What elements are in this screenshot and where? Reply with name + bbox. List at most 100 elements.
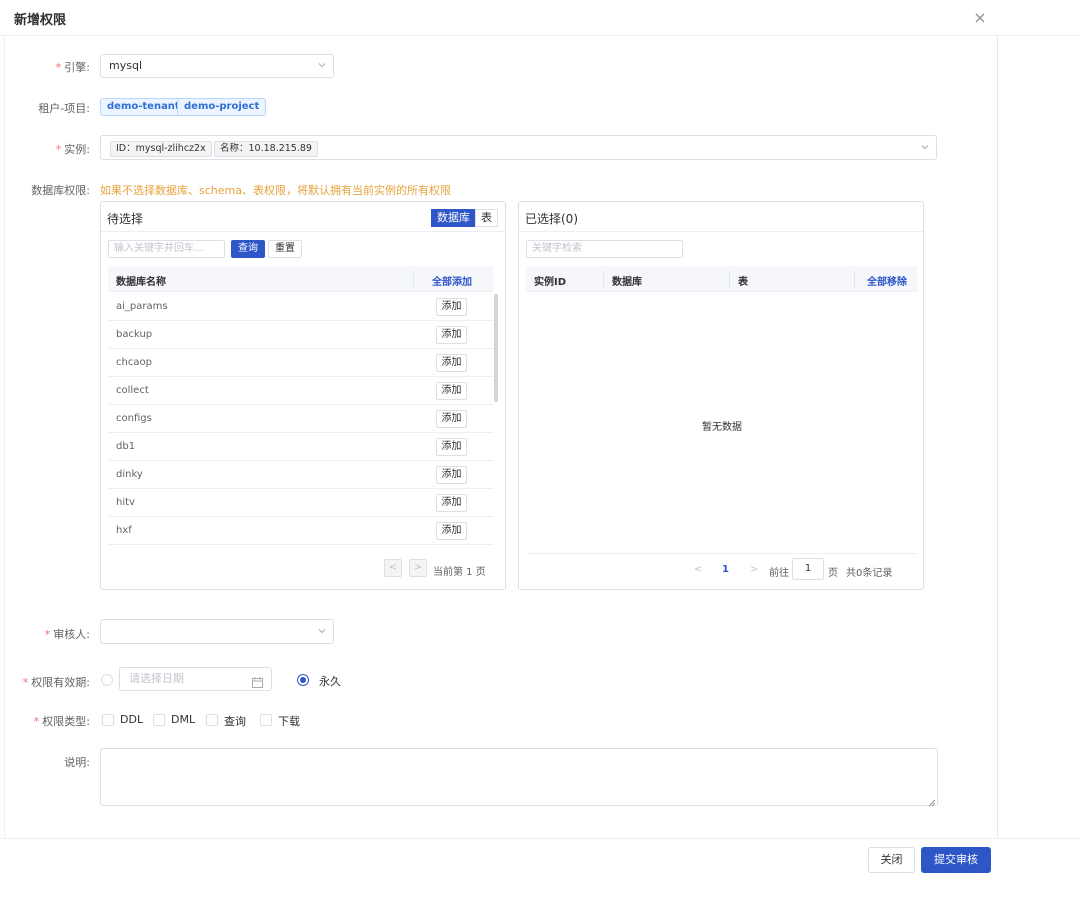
pending-scrollbar[interactable] <box>494 294 498 402</box>
validity-label: * 权限有效期: <box>22 676 90 689</box>
column-db-name: 数据库名称 <box>116 277 166 288</box>
db-name: db1 <box>116 441 136 452</box>
selected-panel-header: 已选择(0) <box>519 202 923 232</box>
chevron-down-icon <box>318 61 326 69</box>
add-button[interactable]: 添加 <box>436 354 467 372</box>
calendar-icon <box>252 674 263 688</box>
instance-name-tag: 名称：10.18.215.89 <box>214 141 318 157</box>
db-name: hxf <box>116 525 132 536</box>
goto-label: 前往 <box>769 568 789 579</box>
checkbox-ddl[interactable] <box>102 714 114 726</box>
table-row: backup 添加 <box>108 321 493 349</box>
perm-type-label: * 权限类型: <box>33 715 90 728</box>
add-button[interactable]: 添加 <box>436 438 467 456</box>
table-row: chcaop 添加 <box>108 349 493 377</box>
tab-database[interactable]: 数据库 <box>431 209 476 227</box>
reviewer-select[interactable] <box>100 619 334 644</box>
radio-forever[interactable] <box>297 674 309 686</box>
date-placeholder: 请选择日期 <box>129 672 184 685</box>
db-name: chcaop <box>116 357 152 368</box>
forever-label: 永久 <box>319 675 341 688</box>
instance-id-tag: ID：mysql-zlihcz2x <box>110 141 212 157</box>
instance-label: * 实例: <box>55 143 90 156</box>
checkbox-download[interactable] <box>260 714 272 726</box>
db-name: hitv <box>116 497 135 508</box>
pager-next-button[interactable]: > <box>409 559 427 577</box>
tenant-tag: demo-tenant <box>100 98 187 116</box>
ddl-label: DDL <box>120 713 144 726</box>
dialog-header: 新增权限 × <box>0 0 1080 36</box>
add-button[interactable]: 添加 <box>436 494 467 512</box>
column-divider <box>413 270 414 288</box>
pending-table-header: 数据库名称 全部添加 <box>108 266 493 292</box>
add-button[interactable]: 添加 <box>436 466 467 484</box>
description-textarea[interactable] <box>100 748 938 807</box>
tab-table[interactable]: 表 <box>475 209 498 227</box>
column-divider <box>603 270 604 288</box>
close-icon[interactable]: × <box>970 8 990 28</box>
db-name: backup <box>116 329 153 340</box>
submit-review-button[interactable]: 提交审核 <box>921 847 991 873</box>
table-row: hitv 添加 <box>108 489 493 517</box>
column-database: 数据库 <box>612 277 642 288</box>
db-permission-label: 数据库权限: <box>31 184 90 197</box>
total-records: 共0条记录 <box>846 568 893 579</box>
table-row: dinky 添加 <box>108 461 493 489</box>
pending-search-input[interactable]: 输入关键字并回车... <box>108 240 225 258</box>
query-label: 查询 <box>224 715 246 728</box>
dialog-title: 新增权限 <box>14 13 67 28</box>
engine-label: * 引擎: <box>55 61 90 74</box>
pager-prev-button[interactable]: < <box>384 559 402 577</box>
dml-label: DML <box>171 713 196 726</box>
date-picker-input[interactable]: 请选择日期 <box>119 667 272 691</box>
pending-panel-title: 待选择 <box>107 212 144 226</box>
resize-grip-icon[interactable] <box>928 796 936 807</box>
add-button[interactable]: 添加 <box>436 326 467 344</box>
column-instance-id: 实例ID <box>534 277 567 288</box>
radio-date[interactable] <box>101 674 113 686</box>
column-table: 表 <box>738 277 748 288</box>
selected-search-input[interactable]: 关键字检索 <box>526 240 683 258</box>
selected-table-header: 实例ID 数据库 表 全部移除 <box>526 266 917 292</box>
table-row: db1 添加 <box>108 433 493 461</box>
db-name: dinky <box>116 469 143 480</box>
db-name: ai_params <box>116 301 168 312</box>
tenant-label: 租户-项目: <box>38 102 90 115</box>
add-permission-dialog: 新增权限 × * 引擎: mysql 租户-项目: demo-tenant dem… <box>0 0 1080 908</box>
column-divider <box>854 270 855 288</box>
add-button[interactable]: 添加 <box>436 382 467 400</box>
column-divider <box>729 270 730 288</box>
add-all-button[interactable]: 全部添加 <box>432 273 472 288</box>
goto-page-input[interactable]: 1 <box>792 558 824 580</box>
add-button[interactable]: 添加 <box>436 298 467 316</box>
remove-all-button[interactable]: 全部移除 <box>867 273 907 288</box>
table-row: collect 添加 <box>108 377 493 405</box>
checkbox-query[interactable] <box>206 714 218 726</box>
table-bottom-line <box>526 553 917 554</box>
engine-value: mysql <box>109 59 142 72</box>
checkbox-dml[interactable] <box>153 714 165 726</box>
pager-current-page: 当前第 1 页 <box>433 567 486 578</box>
pager-next-button[interactable]: > <box>750 564 758 575</box>
add-button[interactable]: 添加 <box>436 522 467 540</box>
pending-list: ai_params 添加 backup 添加 chcaop 添加 collect 添加 conf… <box>108 293 493 551</box>
pending-panel-header: 待选择 数据库 表 <box>101 202 505 232</box>
query-button[interactable]: 查询 <box>231 240 265 258</box>
table-row: ai_params 添加 <box>108 293 493 321</box>
add-button[interactable]: 添加 <box>436 410 467 428</box>
selected-panel: 已选择(0) 关键字检索 实例ID 数据库 表 全部移除 暂无数据 < 1 > … <box>518 201 924 590</box>
table-row <box>108 545 493 551</box>
reviewer-label: * 审核人: <box>44 628 90 641</box>
db-permission-hint: 如果不选择数据库、schema、表权限，将默认拥有当前实例的所有权限 <box>100 184 451 197</box>
close-button[interactable]: 关闭 <box>868 847 915 873</box>
instance-select[interactable]: ID：mysql-zlihcz2x 名称：10.18.215.89 <box>100 135 937 160</box>
pager-prev-button[interactable]: < <box>694 564 702 575</box>
reset-button[interactable]: 重置 <box>268 240 302 258</box>
page-unit: 页 <box>828 568 838 579</box>
pager-page-1[interactable]: 1 <box>722 564 729 575</box>
db-name: configs <box>116 413 152 424</box>
description-label: 说明: <box>64 756 90 769</box>
pending-panel: 待选择 数据库 表 输入关键字并回车... 查询 重置 数据库名称 全部添加 a… <box>100 201 506 590</box>
engine-select[interactable]: mysql <box>100 54 334 78</box>
chevron-down-icon <box>921 143 929 151</box>
